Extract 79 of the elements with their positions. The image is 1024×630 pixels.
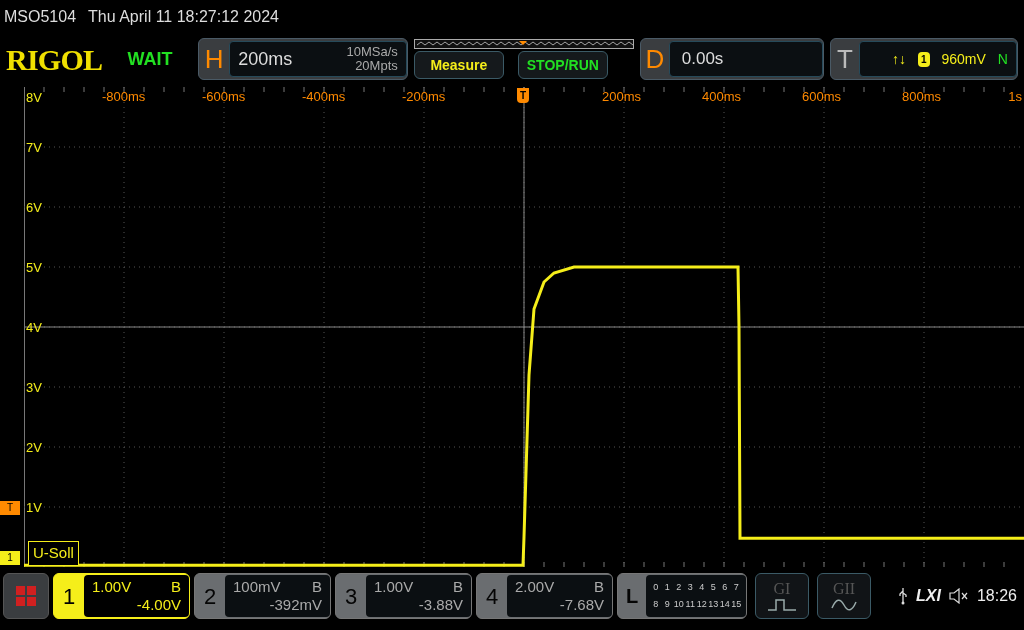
time-axis-label: -600ms xyxy=(202,88,246,106)
time-axis-label: 200ms xyxy=(602,88,642,106)
channel-coupling: B xyxy=(312,578,322,596)
voltage-axis-label: 2V xyxy=(26,439,42,457)
trigger-letter: T xyxy=(835,42,854,76)
trigger-level: 960mV xyxy=(941,49,986,69)
time-axis-label: 600ms xyxy=(802,88,842,106)
channel-panel[interactable]: 2 100mV B -392mV xyxy=(194,573,331,619)
voltage-axis-label: 5V xyxy=(26,259,42,277)
channel-coupling: B xyxy=(453,578,463,596)
channel-offset: -3.88V xyxy=(417,596,463,614)
channel-scale: 1.00V xyxy=(374,578,414,596)
logic-channel-number: 2 xyxy=(675,581,683,594)
channel-panel[interactable]: 1 1.00V B -4.00V xyxy=(53,573,190,619)
voltage-axis-label: 7V xyxy=(26,139,42,157)
logic-channel-number: 15 xyxy=(730,597,742,611)
stop-run-button[interactable]: STOP/RUN xyxy=(517,51,608,79)
logic-channel-number: 8 xyxy=(652,597,660,611)
logic-channel-number: 10 xyxy=(673,597,685,611)
trigger-slope: ↑↓ xyxy=(891,49,906,69)
channel-offset: -392mV xyxy=(268,596,322,614)
date-time: Thu April 11 18:27:12 2024 xyxy=(88,6,279,27)
voltage-axis-label: 8V xyxy=(26,89,42,107)
time-axis-label: 800ms xyxy=(902,88,942,106)
logic-channel-number: 6 xyxy=(721,581,729,594)
lxi-label: LXI xyxy=(916,586,941,606)
channel-scale: 100mV xyxy=(233,578,281,596)
timebase-display[interactable]: 200ms 10MSa/s 20Mpts xyxy=(229,41,407,77)
logic-channel-number: 1 xyxy=(663,581,671,594)
acquisition-status: WAIT xyxy=(127,47,174,71)
channel-panel[interactable]: 3 1.00V B -3.88V xyxy=(335,573,472,619)
logic-channel-number: 9 xyxy=(663,597,671,611)
voltage-axis-label: 3V xyxy=(26,379,42,397)
time-axis-label: -200ms xyxy=(402,88,446,106)
speaker-muted-icon[interactable] xyxy=(948,588,969,604)
trigger-position-marker[interactable]: T xyxy=(517,88,530,103)
brand-logo: RIGOL xyxy=(6,41,104,78)
channel-panel[interactable]: 4 2.00V B -7.68V xyxy=(476,573,613,619)
time-axis-label: -800ms xyxy=(102,88,146,106)
channel-scale: 2.00V xyxy=(515,578,555,596)
grid-menu-icon xyxy=(15,585,37,607)
clock-time: 18:26 xyxy=(976,586,1017,606)
model-name: MSO5104 xyxy=(4,6,77,27)
horizontal-letter: H xyxy=(203,42,225,76)
logic-channel-number: 11 xyxy=(684,597,696,611)
logic-channel-number: 12 xyxy=(696,597,708,611)
channel-coupling: B xyxy=(594,578,604,596)
channel-offset: -7.68V xyxy=(558,596,604,614)
logic-panel[interactable]: L 0 1 2 3 4 5 6 7 8 9 10 11 12 13 14 15 xyxy=(617,573,747,619)
channel-offset: -4.00V xyxy=(135,596,181,614)
time-axis-label: -400ms xyxy=(302,88,346,106)
trigger-mode: N xyxy=(997,49,1008,69)
logic-channel-number: 3 xyxy=(686,581,694,594)
memory-depth: 20Mpts xyxy=(355,59,398,73)
trigger-level-marker[interactable]: T xyxy=(0,501,20,515)
trigger-source: 1 xyxy=(917,51,930,67)
usb-icon xyxy=(898,587,909,605)
measure-button[interactable]: Measure xyxy=(413,51,504,79)
logic-channel-number: 4 xyxy=(698,581,706,594)
logic-channel-number: 14 xyxy=(719,597,731,611)
time-axis-label: 1s xyxy=(1008,88,1022,106)
logic-channel-number: 5 xyxy=(709,581,717,594)
trigger-settings[interactable]: ↑↓ 1 960mV N xyxy=(858,41,1017,77)
time-axis-label: 400ms xyxy=(702,88,742,106)
logic-channel-number: 0 xyxy=(652,581,660,594)
delay-value[interactable]: 0.00s xyxy=(668,41,823,77)
logic-channel-number: 13 xyxy=(707,597,719,611)
delay-letter: D xyxy=(644,42,666,76)
voltage-axis-label: 6V xyxy=(26,199,42,217)
voltage-axis-label: 4V xyxy=(26,319,42,337)
logic-channel-number: 7 xyxy=(732,581,740,594)
channel-scale: 1.00V xyxy=(92,578,132,596)
channel-name-label: U-Soll xyxy=(28,541,79,566)
sine-wave-icon xyxy=(831,598,857,612)
sample-rate: 10MSa/s xyxy=(346,45,398,59)
voltage-axis-label: 1V xyxy=(26,499,42,517)
channel-coupling: B xyxy=(171,578,181,596)
channel-offset-marker[interactable]: 1 xyxy=(0,551,20,565)
pulse-wave-icon xyxy=(767,598,797,612)
